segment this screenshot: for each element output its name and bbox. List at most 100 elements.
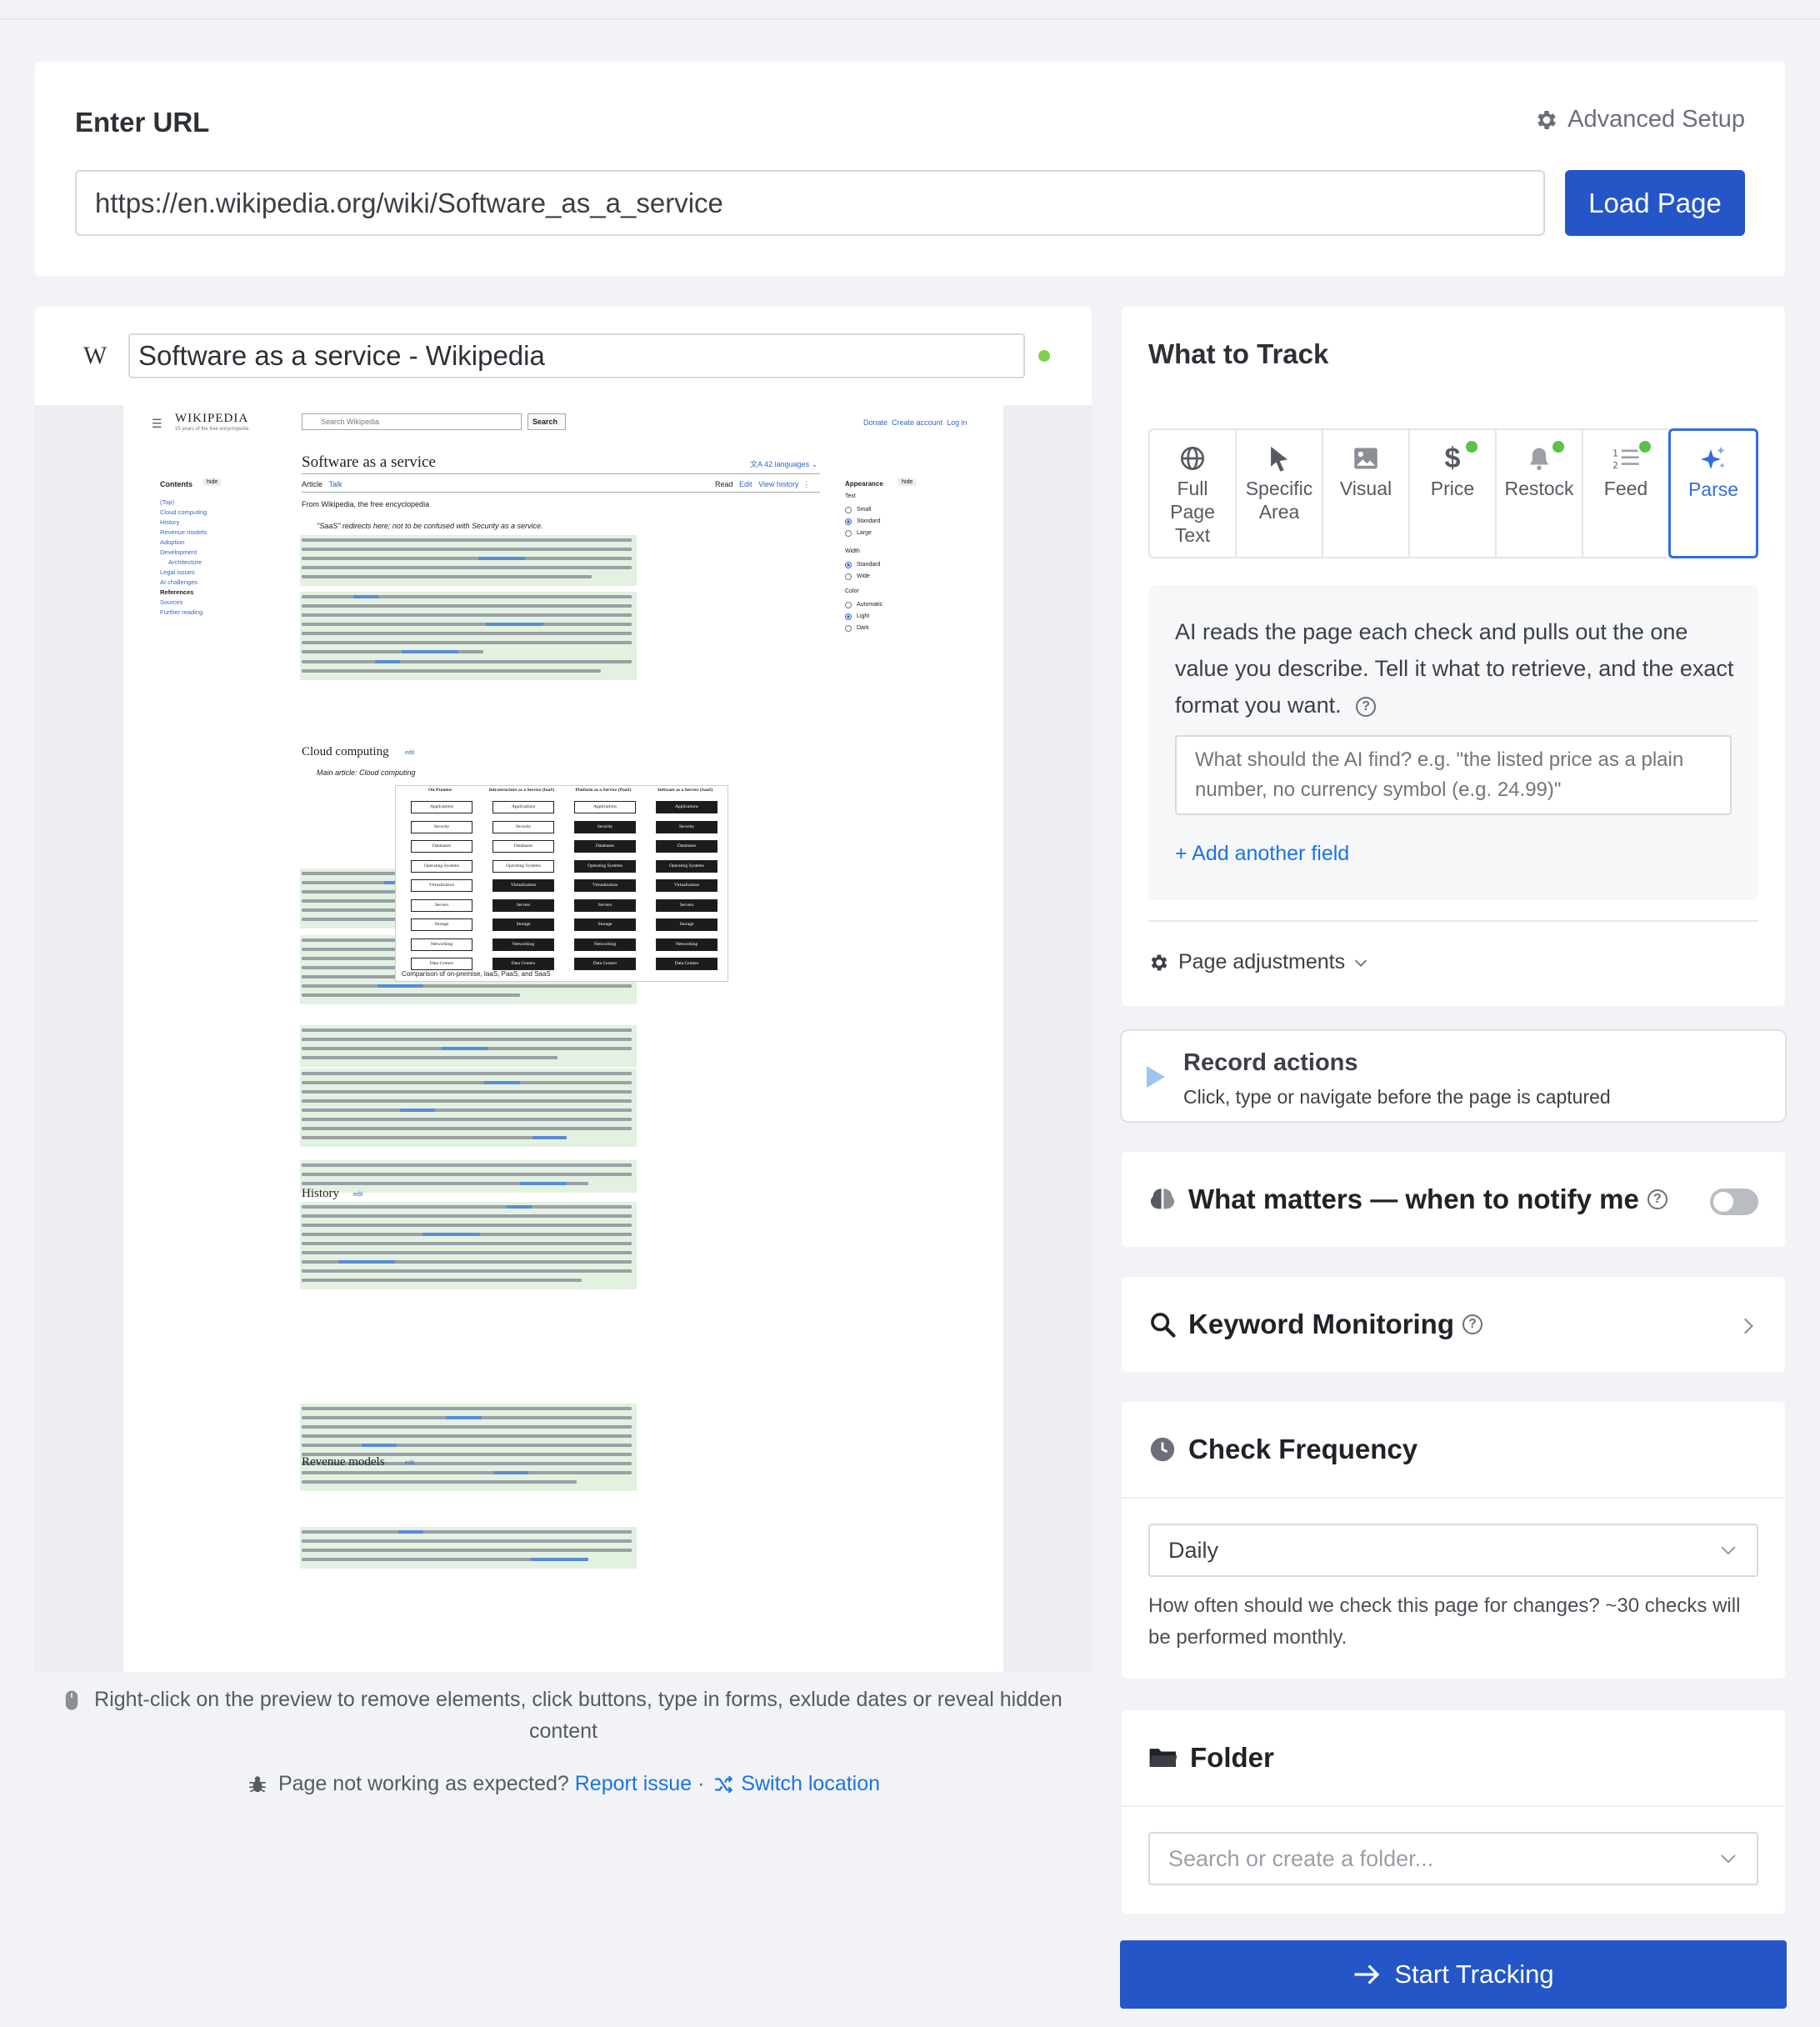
wiki-text-line	[302, 538, 632, 542]
wiki-appearance-item: Dark	[857, 625, 869, 631]
list-icon: 12	[1612, 448, 1639, 471]
wiki-link-line	[531, 1558, 588, 1561]
tab-label: Feed	[1603, 478, 1648, 499]
wiki-diagram-col-title: On-Premise	[428, 788, 452, 793]
start-tracking-button[interactable]: Start Tracking	[1120, 1940, 1787, 2009]
mouse-icon	[65, 1690, 78, 1710]
advanced-setup-link[interactable]: Advanced Setup	[1534, 106, 1745, 133]
wiki-link-line	[338, 1260, 395, 1264]
wiki-diagram-cell: Security	[492, 820, 554, 833]
tab-feed[interactable]: 12 Feed	[1583, 430, 1670, 557]
wiki-link-line	[353, 595, 378, 598]
tab-visual[interactable]: Visual	[1323, 430, 1410, 557]
wiki-radio	[845, 507, 852, 513]
tab-label: Full Page Text	[1170, 478, 1215, 546]
wiki-text-line	[302, 984, 632, 988]
chevron-right-icon	[1743, 1318, 1753, 1334]
wiki-toc-item: Sources	[160, 598, 183, 606]
ai-parse-box: AI reads the page each check and pulls o…	[1148, 585, 1758, 900]
wiki-toc-item: Legal issues	[160, 568, 195, 576]
wiki-languages: 文A 42 languages ⌄	[750, 460, 818, 468]
wiki-text-line	[302, 557, 632, 560]
wiki-diagram-cell: Operating Systems	[492, 859, 554, 873]
help-icon[interactable]: ?	[1356, 696, 1377, 717]
tab-full-page-text[interactable]: Full Page Text	[1150, 430, 1237, 557]
wiki-appearance-item: Width	[845, 548, 860, 554]
svg-text:2: 2	[1612, 461, 1618, 471]
wiki-logo: WIKIPEDIA	[175, 412, 249, 425]
frequency-help: How often should we check this page for …	[1148, 1594, 1741, 1649]
wiki-text-line	[302, 1444, 632, 1447]
start-tracking-label: Start Tracking	[1394, 1959, 1554, 1989]
what-to-track-card: What to Track Full Page Text Specific Ar…	[1122, 307, 1785, 1006]
track-type-tabs: Full Page Text Specific Area Visual $ Pr…	[1148, 428, 1758, 558]
wiki-toc-item: History	[160, 518, 180, 526]
wiki-diagram-cell: Networking	[656, 938, 718, 951]
wiki-link-line	[446, 1416, 482, 1419]
wiki-page-screenshot[interactable]: ☰ WIKIPEDIA 25 years of the free encyclo…	[123, 405, 1003, 1672]
wiki-toc-item: Cloud computing	[160, 508, 208, 516]
wiki-search-box: Search Wikipedia Search	[302, 413, 566, 430]
wiki-text-line	[302, 669, 601, 673]
wiki-text-line	[302, 604, 632, 608]
tab-label: Visual	[1339, 478, 1392, 499]
wiki-text-line	[302, 1099, 632, 1103]
clock-icon	[1150, 1437, 1175, 1462]
ai-query-field[interactable]	[1175, 735, 1732, 815]
wiki-appearance-item: Standard	[857, 518, 881, 524]
tab-restock[interactable]: Restock	[1497, 430, 1583, 557]
wiki-diagram-cell: Data Centers	[411, 958, 472, 970]
load-page-button[interactable]: Load Page	[1565, 170, 1745, 236]
wiki-text-line	[302, 1480, 577, 1484]
notify-toggle[interactable]	[1710, 1189, 1758, 1215]
wiki-diagram-cell: Security	[411, 820, 472, 833]
arrow-right-icon	[1354, 1964, 1380, 1984]
record-actions-card[interactable]: Record actions Click, type or navigate b…	[1120, 1029, 1787, 1123]
tab-specific-area[interactable]: Specific Area	[1237, 430, 1323, 557]
status-indicator	[1038, 350, 1050, 362]
wiki-text-line	[302, 613, 632, 617]
wiki-text-line	[302, 993, 520, 997]
wiki-appearance-item: Automatic	[857, 602, 883, 608]
page-adjustments-toggle[interactable]: Page adjustments	[1148, 950, 1378, 974]
page-preview[interactable]: ☰ WIKIPEDIA 25 years of the free encyclo…	[35, 405, 1092, 1672]
page-title-input[interactable]	[128, 333, 1025, 378]
wiki-diagram-cell: Data Centers	[574, 958, 636, 970]
wiki-text-line	[302, 1539, 632, 1543]
wiki-article-title: Software as a service	[302, 453, 436, 471]
report-issue-link[interactable]: Report issue	[575, 1772, 692, 1795]
folder-select[interactable]: Search or create a folder...	[1148, 1832, 1758, 1885]
wiki-text-line	[302, 641, 632, 644]
url-input[interactable]	[75, 170, 1545, 236]
site-favicon: W	[83, 342, 108, 369]
wiki-text-line	[302, 1056, 558, 1059]
wiki-tagline: 25 years of the free encyclopedia	[175, 427, 249, 432]
frequency-select[interactable]: Daily	[1148, 1524, 1758, 1577]
help-icon[interactable]: ?	[1462, 1314, 1482, 1334]
add-field-link[interactable]: + Add another field	[1175, 842, 1349, 866]
keyword-monitoring-card[interactable]: Keyword Monitoring?	[1122, 1277, 1785, 1372]
ai-description: AI reads the page each check and pulls o…	[1175, 619, 1734, 718]
wiki-text-line	[302, 1434, 632, 1438]
shuffle-icon	[715, 1775, 733, 1794]
tab-label: Price	[1430, 478, 1475, 499]
wiki-contents-title: Contents	[160, 480, 192, 488]
tab-parse[interactable]: Parse	[1668, 428, 1758, 558]
wiki-link-line	[507, 1205, 532, 1209]
dollar-icon: $	[1444, 443, 1461, 474]
wiki-link-line	[494, 1471, 528, 1474]
wiki-toc-item: Adoption	[160, 538, 185, 546]
wiki-text-line	[302, 595, 632, 598]
wiki-diagram-cell: Servers	[574, 898, 636, 912]
wiki-diagram-cell: Virtualization	[656, 879, 718, 892]
wiki-text-line	[302, 575, 592, 578]
wiki-radio	[845, 602, 852, 608]
tab-price[interactable]: $ Price	[1410, 430, 1497, 557]
help-icon[interactable]: ?	[1647, 1189, 1668, 1209]
bug-icon	[249, 1776, 266, 1793]
wiki-text-line	[302, 566, 632, 569]
wiki-link-line	[422, 1233, 480, 1236]
switch-location-link[interactable]: Switch location	[741, 1772, 880, 1795]
wiki-appearance-item: Large	[857, 530, 872, 536]
preview-issue-line: Page not working as expected? Report iss…	[35, 1772, 1092, 1796]
